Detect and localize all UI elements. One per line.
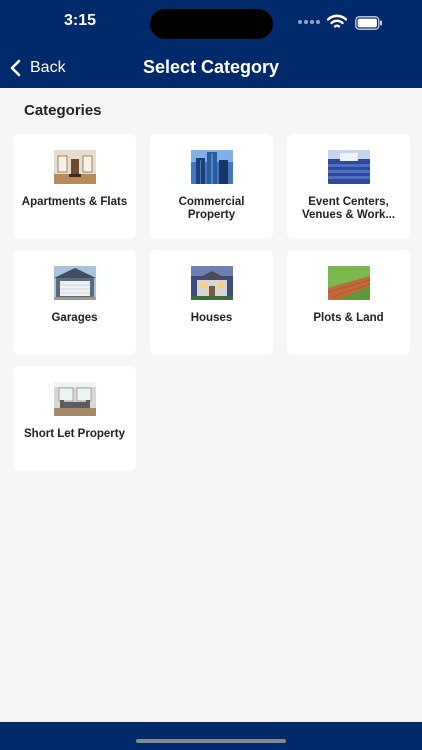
dynamic-island xyxy=(150,9,273,39)
section-title: Categories xyxy=(24,102,102,119)
category-card-short-let[interactable]: Short Let Property xyxy=(13,366,136,471)
status-time: 3:15 xyxy=(63,12,97,29)
category-card-commercial[interactable]: Commercial Property xyxy=(150,134,273,239)
category-card-apartments[interactable]: Apartments & Flats xyxy=(13,134,136,239)
apartment-photo xyxy=(53,150,96,184)
chevron-left-icon xyxy=(10,59,21,77)
signal-icon xyxy=(298,20,322,26)
home-indicator[interactable] xyxy=(136,739,286,743)
back-button[interactable]: Back xyxy=(8,56,66,80)
category-label: Plots & Land xyxy=(313,312,384,324)
land-photo xyxy=(327,266,370,300)
category-label: Commercial Property xyxy=(178,196,245,221)
header-bar: 3:15 Back Select Category xyxy=(0,0,422,88)
garage-photo xyxy=(53,266,96,300)
category-grid: Apartments & Flats Commercial Property E… xyxy=(13,134,410,471)
page-title: Select Category xyxy=(142,57,280,77)
category-card-garages[interactable]: Garages xyxy=(13,250,136,355)
category-label: Apartments & Flats xyxy=(21,196,128,208)
category-label: Short Let Property xyxy=(24,428,125,440)
back-label: Back xyxy=(30,59,66,76)
category-label: Houses xyxy=(190,312,233,324)
house-photo xyxy=(190,266,233,300)
category-card-plots-land[interactable]: Plots & Land xyxy=(287,250,410,355)
event-center-photo xyxy=(327,150,370,184)
bottom-bar xyxy=(0,722,422,750)
commercial-photo xyxy=(190,150,233,184)
short-let-photo xyxy=(53,382,96,416)
category-card-houses[interactable]: Houses xyxy=(150,250,273,355)
wifi-icon xyxy=(327,14,347,28)
category-label: Garages xyxy=(51,312,98,324)
battery-icon xyxy=(355,16,382,30)
category-card-event-centers[interactable]: Event Centers, Venues & Work... xyxy=(287,134,410,239)
category-label: Event Centers, Venues & Work... xyxy=(301,196,396,221)
